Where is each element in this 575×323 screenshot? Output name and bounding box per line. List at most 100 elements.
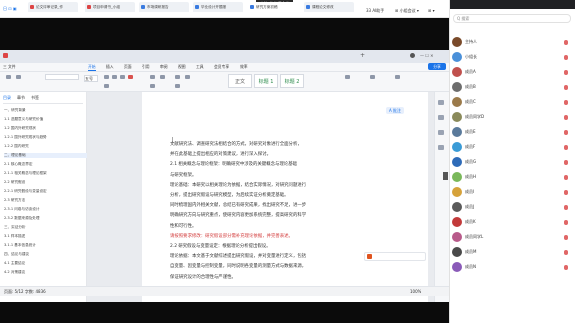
window-controls[interactable]: — ☐ ✕ (420, 53, 433, 58)
tab-4[interactable]: 研究方案初稿 (248, 2, 300, 12)
font-color-icon[interactable] (128, 75, 133, 79)
floating-toolbar[interactable] (364, 252, 426, 261)
ai-write-icon[interactable] (367, 254, 372, 259)
microphone-icon[interactable] (564, 159, 568, 165)
microphone-icon[interactable] (564, 219, 568, 225)
microphone-icon[interactable] (564, 39, 568, 45)
outline-item[interactable]: 三、实证分析 (4, 225, 90, 230)
outline-item[interactable]: 1.2.2 国内研究 (4, 144, 90, 149)
menu-reference[interactable]: 引用 (142, 64, 150, 70)
tab-2[interactable]: 市场调研报告 (139, 2, 189, 12)
outline-item[interactable]: 二、理论基础 (4, 153, 90, 158)
participant-row[interactable]: 成员同学L (452, 230, 572, 244)
style-heading-2[interactable]: 标题 2 (280, 74, 304, 88)
outline-tab-chapters[interactable]: 章节 (17, 95, 25, 100)
meeting-left-icons[interactable]: 日 ⊡ ▣ (3, 6, 17, 11)
tab-1[interactable]: 项目申请书_小组 (85, 2, 135, 12)
participant-row[interactable]: 主持人 (452, 35, 572, 49)
microphone-icon[interactable] (564, 114, 568, 120)
outline-item[interactable]: 4.1 主要结论 (4, 261, 90, 266)
outline-item[interactable]: 2.1.1 相关概念与理论框架 (4, 171, 90, 176)
share-icon[interactable] (438, 145, 444, 150)
ai-assistant-button[interactable]: 33 AI助手 (366, 8, 384, 13)
outline-item[interactable]: 4.2 对策建议 (4, 270, 90, 275)
outline-item[interactable]: 1.1 选题意义与研究价值 (4, 117, 90, 122)
participant-search-input[interactable]: Q 搜索 (453, 14, 571, 23)
outline-tab-bookmarks[interactable]: 书签 (31, 95, 39, 100)
align-left-icon[interactable] (175, 75, 180, 79)
find-icon[interactable] (345, 75, 350, 79)
outline-item[interactable]: 2.3.2 数据来源及处理 (4, 216, 90, 221)
participant-row[interactable]: 成员N (452, 260, 572, 274)
zoom-level[interactable]: 100% (410, 289, 421, 294)
format-painter-icon[interactable] (395, 75, 400, 79)
menu-member[interactable]: 会员专享 (214, 64, 229, 70)
outline-item[interactable]: 2.2 研究假设 (4, 180, 90, 185)
align-center-icon[interactable] (185, 75, 190, 79)
participant-row[interactable]: 成员B (452, 80, 572, 94)
style-normal[interactable]: 正文 (228, 74, 252, 88)
participant-row[interactable]: 成员同学D (452, 110, 572, 124)
tab-3[interactable]: 毕业设计开题报 (193, 2, 243, 12)
new-tab-icon[interactable]: + (360, 53, 365, 58)
microphone-icon[interactable] (564, 204, 568, 210)
font-family-select[interactable] (45, 74, 79, 80)
cut-icon[interactable] (16, 75, 21, 79)
microphone-icon[interactable] (564, 174, 568, 180)
menu-efficiency[interactable]: 效率 (240, 64, 248, 70)
numbered-list-icon[interactable] (160, 75, 165, 79)
list-icon[interactable] (150, 75, 155, 79)
indent-icon[interactable] (150, 84, 155, 88)
menu-view[interactable]: 视图 (178, 64, 186, 70)
microphone-icon[interactable] (564, 264, 568, 270)
outline-item[interactable]: 2.2.1 研究假设与变量设定 (4, 189, 90, 194)
comment-badge[interactable]: A 批注 (386, 107, 405, 114)
collapse-handle-icon[interactable] (443, 172, 448, 180)
outline-item[interactable]: 1.2 国内外研究现状 (4, 126, 90, 131)
outline-item[interactable]: 3.1 样本描述 (4, 234, 90, 239)
strike-icon[interactable] (104, 84, 109, 88)
outline-item[interactable]: 2.3 研究方法 (4, 198, 90, 203)
tab-0[interactable]: 论文评审记录_作 (28, 2, 78, 12)
menu-tools[interactable]: 工具 (196, 64, 204, 70)
microphone-icon[interactable] (564, 144, 568, 150)
tab-5[interactable]: 课程论文修改 (304, 2, 354, 12)
participant-row[interactable]: 成员H (452, 170, 572, 184)
select-icon[interactable] (370, 75, 375, 79)
paste-icon[interactable] (6, 75, 11, 79)
participant-row[interactable]: 成员J (452, 200, 572, 214)
participant-row[interactable]: 成员E (452, 125, 572, 139)
participant-row[interactable]: 成员F (452, 140, 572, 154)
menu-page[interactable]: 页面 (124, 64, 132, 70)
outline-item[interactable]: 2.1 核心概念界定 (4, 162, 90, 167)
italic-icon[interactable] (112, 75, 117, 79)
microphone-icon[interactable] (564, 234, 568, 240)
outline-item[interactable]: 3.1.1 基本信息统计 (4, 243, 90, 248)
bold-icon[interactable] (104, 75, 109, 79)
outline-item[interactable]: 四、结论与建议 (4, 252, 90, 257)
settings-icon[interactable] (438, 100, 444, 105)
microphone-icon[interactable] (564, 99, 568, 105)
participant-row[interactable]: 成员K (452, 215, 572, 229)
participant-row[interactable]: 成员M (452, 245, 572, 259)
microphone-icon[interactable] (564, 249, 568, 255)
microphone-icon[interactable] (564, 84, 568, 90)
participant-row[interactable]: 成员A (452, 65, 572, 79)
microphone-icon[interactable] (564, 54, 568, 60)
microphone-icon[interactable] (564, 189, 568, 195)
font-size-select[interactable]: 五号 (84, 75, 98, 82)
participant-row[interactable]: 成员G (452, 155, 572, 169)
outline-item[interactable]: 1.2.1 国外研究现状与趋势 (4, 135, 90, 140)
comment-icon[interactable] (438, 115, 444, 120)
group-meeting-button[interactable]: ⊞ 小组会议 ▾ (395, 8, 419, 13)
menu-insert[interactable]: 插入 (106, 64, 114, 70)
view-switch-button[interactable]: ⊞ ▾ (428, 8, 435, 13)
outline-item[interactable]: 一、研究背景 (4, 108, 90, 113)
microphone-icon[interactable] (564, 129, 568, 135)
style-heading-1[interactable]: 标题 1 (254, 74, 278, 88)
menu-review[interactable]: 审阅 (160, 64, 168, 70)
participant-row[interactable]: 小组长 (452, 50, 572, 64)
line-spacing-icon[interactable] (175, 84, 180, 88)
share-button[interactable]: 分享 (428, 63, 446, 70)
history-icon[interactable] (438, 130, 444, 135)
